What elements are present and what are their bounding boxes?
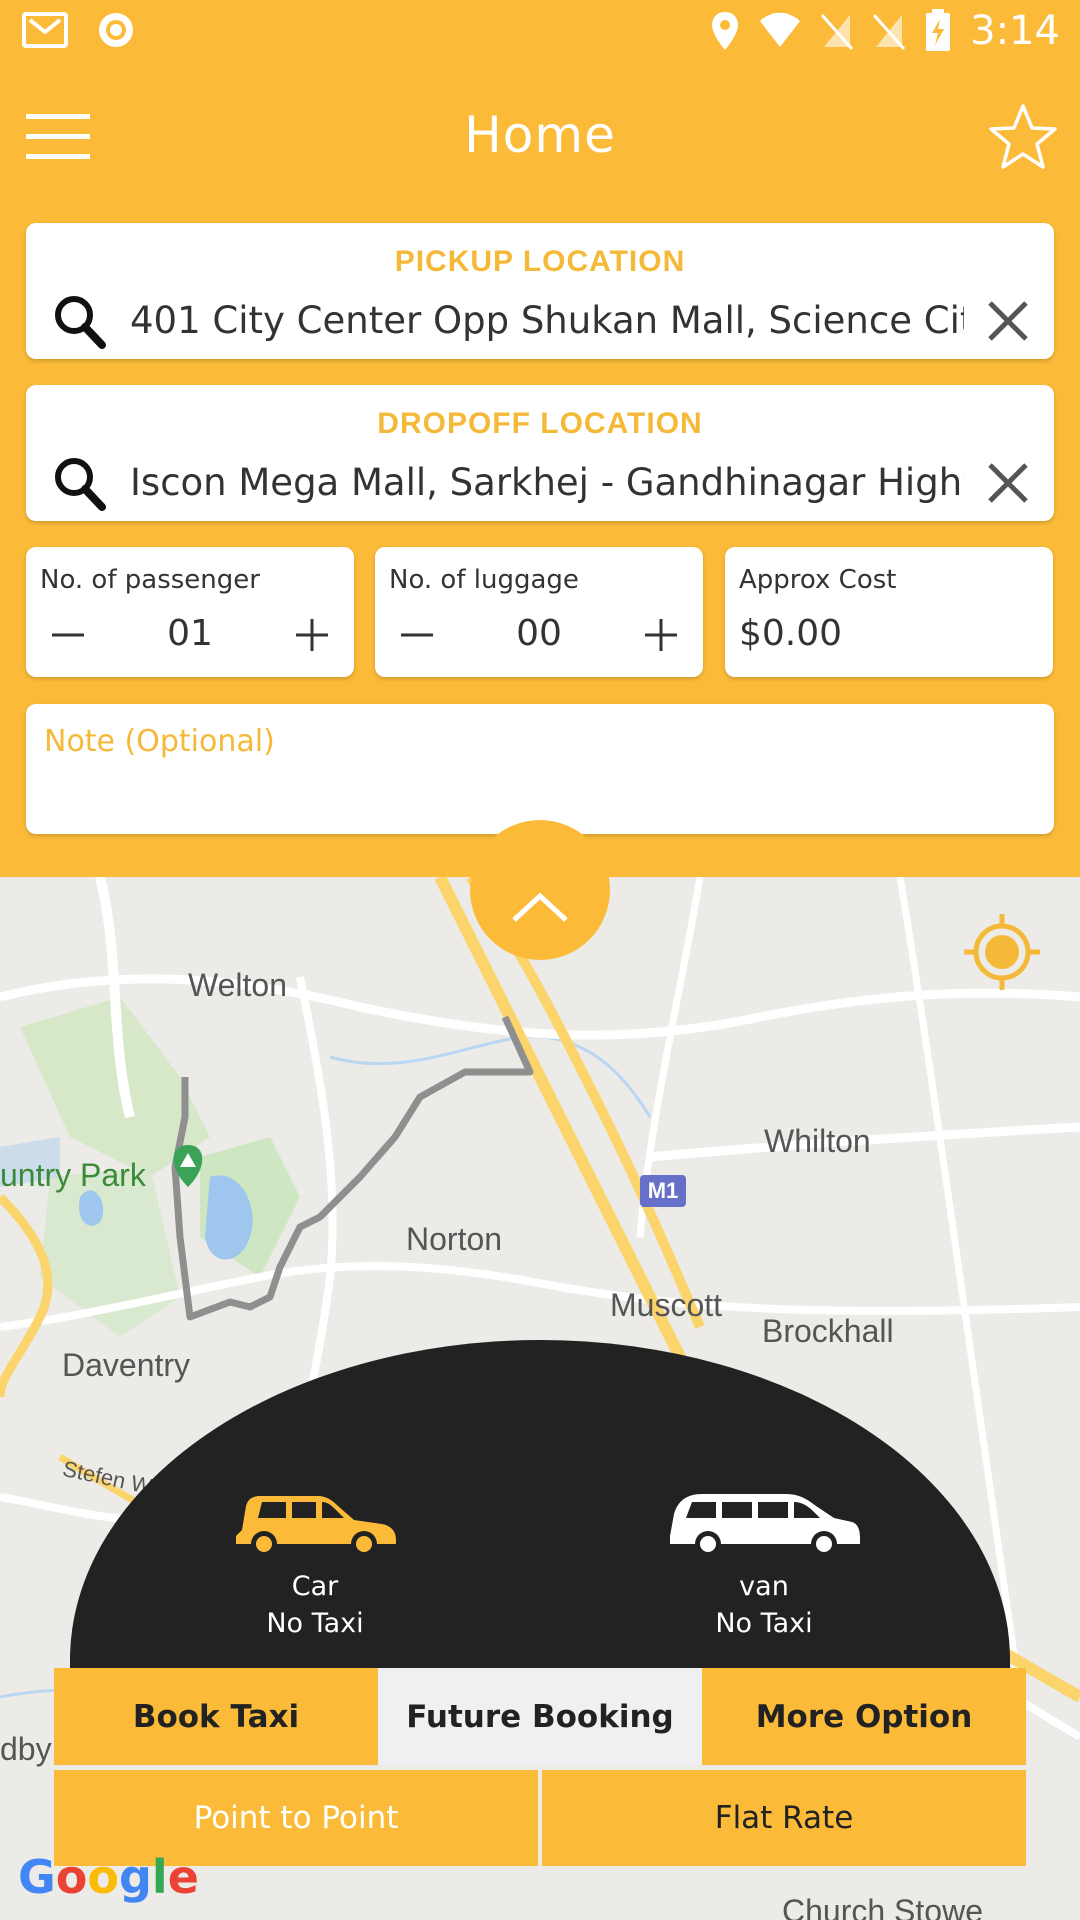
search-icon <box>55 458 106 511</box>
tab-future-booking[interactable]: Future Booking <box>378 1668 702 1765</box>
map-label-church-stowe: Church Stowe <box>782 1893 983 1920</box>
vehicle-van-name: van <box>739 1571 789 1602</box>
status-time: 3:14 <box>970 8 1060 54</box>
passenger-card: No. of passenger 01 <box>26 547 354 677</box>
map-label-daventry: Daventry <box>62 1347 191 1383</box>
pickup-card[interactable]: PICKUP LOCATION 401 City Center Opp Shuk… <box>26 223 1054 359</box>
page-title: Home <box>464 106 616 164</box>
pickup-label: PICKUP LOCATION <box>394 245 686 278</box>
map-label-norton: Norton <box>406 1221 503 1257</box>
search-icon <box>55 296 106 349</box>
close-icon[interactable] <box>986 299 1030 343</box>
signal-off-icon <box>821 14 854 50</box>
van-icon <box>670 1494 860 1557</box>
car-icon <box>236 1496 396 1557</box>
collapse-panel-button[interactable] <box>470 820 610 960</box>
motorway-badge: M1 <box>648 1178 679 1203</box>
gmail-icon <box>22 12 68 48</box>
note-field[interactable]: Note (Optional) <box>26 704 1054 834</box>
cost-label: Approx Cost <box>739 565 897 595</box>
plus-icon[interactable] <box>643 617 679 653</box>
flat-rate-button[interactable]: Flat Rate <box>542 1770 1026 1866</box>
tab-book-taxi[interactable]: Book Taxi <box>54 1668 378 1765</box>
cost-value: $0.00 <box>739 613 843 654</box>
booking-form-panel: PICKUP LOCATION 401 City Center Opp Shuk… <box>0 212 1080 877</box>
map-label-brockhall: Brockhall <box>762 1313 894 1349</box>
map-label-whilton: Whilton <box>764 1123 871 1159</box>
battery-charging-icon <box>926 9 951 51</box>
chevron-up-icon <box>512 892 568 922</box>
signal-off-icon-2 <box>873 14 906 50</box>
vehicle-van-status: No Taxi <box>715 1608 813 1639</box>
sync-icon <box>99 13 133 47</box>
vehicle-car-status: No Taxi <box>266 1608 364 1639</box>
tab-more-option[interactable]: More Option <box>702 1668 1026 1765</box>
cost-card: Approx Cost $0.00 <box>725 547 1053 677</box>
my-location-icon[interactable] <box>962 912 1042 992</box>
map-label-welton: Welton <box>188 967 288 1003</box>
map-label-dby: dby <box>0 1731 52 1767</box>
vehicle-car[interactable]: Car No Taxi <box>230 1486 400 1639</box>
luggage-label: No. of luggage <box>389 565 579 595</box>
plus-icon[interactable] <box>294 617 330 653</box>
pickup-input[interactable]: 401 City Center Opp Shukan Mall, Science… <box>130 299 964 342</box>
passenger-label: No. of passenger <box>40 565 260 595</box>
vehicle-van[interactable]: van No Taxi <box>664 1486 864 1639</box>
dropoff-label: DROPOFF LOCATION <box>377 407 703 440</box>
app-bar: Home <box>0 62 1080 212</box>
map-label-muscott: Muscott <box>610 1287 723 1323</box>
status-bar: 3:14 <box>0 0 1080 62</box>
note-placeholder: Note (Optional) <box>44 724 275 759</box>
google-logo: Google <box>18 1850 199 1904</box>
dropoff-input[interactable]: Iscon Mega Mall, Sarkhej - Gandhinagar H… <box>130 461 964 504</box>
luggage-card: No. of luggage 00 <box>375 547 703 677</box>
map-label-country-park: untry Park <box>0 1157 146 1193</box>
wifi-icon <box>760 12 801 47</box>
favorite-star-icon[interactable] <box>988 102 1058 172</box>
vehicle-car-name: Car <box>291 1571 339 1602</box>
close-icon[interactable] <box>986 461 1030 505</box>
dropoff-card[interactable]: DROPOFF LOCATION Iscon Mega Mall, Sarkhe… <box>26 385 1054 521</box>
location-icon <box>712 12 739 50</box>
